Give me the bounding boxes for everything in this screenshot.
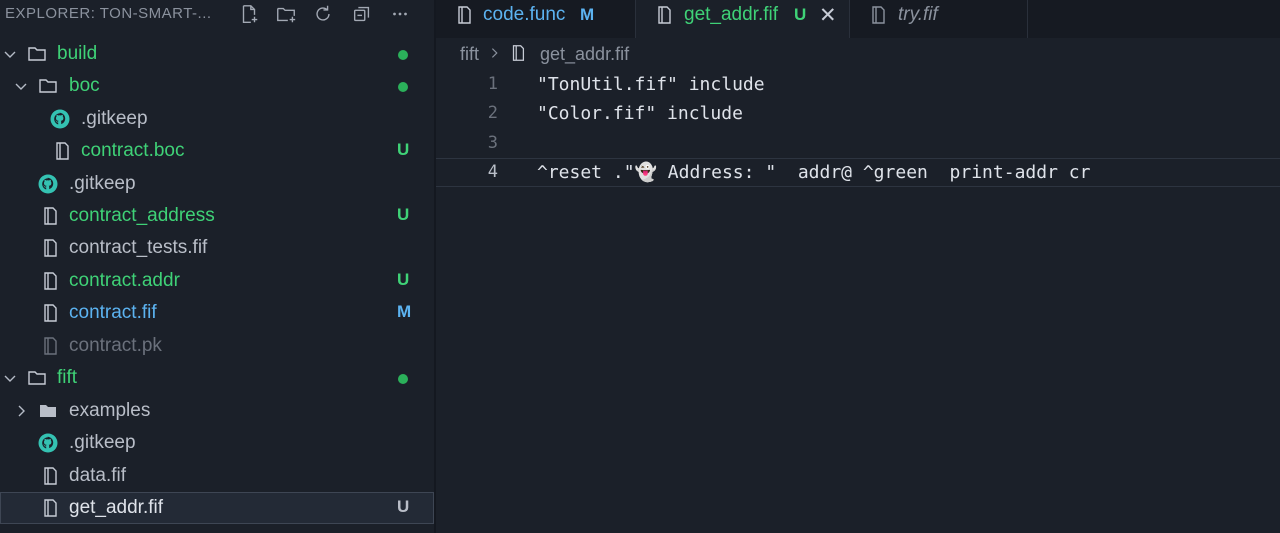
tree-item-label: boc (69, 75, 100, 96)
git-status-badge: U (397, 205, 410, 224)
breadcrumb-file[interactable]: get_addr.fif (540, 44, 629, 65)
tree-item-build[interactable]: build (0, 38, 434, 70)
explorer-sidebar: EXPLORER: TON-SMART-... build boc .gitke… (0, 0, 434, 533)
folder-icon (40, 405, 56, 417)
tree-item-label: contract.addr (69, 270, 180, 291)
tree-item-contract-boc[interactable]: contract.boc U (0, 135, 434, 167)
folder-icon (28, 371, 46, 385)
file-icon (44, 467, 57, 485)
tree-item-label: contract.pk (69, 335, 162, 356)
line-number: 2 (487, 103, 498, 123)
file-icon (56, 142, 69, 160)
file-icon (658, 6, 671, 24)
tree-item-gitkeep[interactable]: .gitkeep (0, 103, 434, 135)
tree-item-contract-addr[interactable]: contract.addr U (0, 265, 434, 297)
folder-icon (28, 47, 46, 61)
tab-code-func[interactable]: code.func M (436, 0, 636, 38)
line-text: "TonUtil.fif" include (537, 74, 765, 95)
tree-item-gitkeep[interactable]: .gitkeep (0, 168, 434, 200)
tab-status-badge: U (794, 5, 807, 24)
code-line[interactable]: 3 (436, 129, 1280, 158)
git-status-badge: M (397, 302, 412, 321)
file-icon (458, 6, 471, 24)
tree-item-fift[interactable]: fift (0, 362, 434, 394)
tab-bar: code.func M get_addr.fif U ✕ try.fif (436, 0, 1280, 38)
code-line-current[interactable]: 4 ^reset ."👻 Address: " addr@ ^green pri… (436, 158, 1280, 187)
file-icon (44, 337, 57, 355)
file-icon (44, 207, 57, 225)
tree-item-label: .gitkeep (69, 173, 136, 194)
tab-label: try.fif (898, 4, 938, 25)
tree-item-label: .gitkeep (69, 432, 136, 453)
more-icon[interactable] (387, 2, 413, 26)
new-file-icon[interactable] (236, 2, 262, 26)
close-icon[interactable]: ✕ (819, 3, 837, 28)
file-icon (512, 45, 525, 61)
git-status-dot (398, 50, 408, 60)
tree-item-get-addr-fif[interactable]: get_addr.fif U (0, 492, 434, 524)
tree-item-label: contract_address (69, 205, 215, 226)
file-icon (44, 239, 57, 257)
file-icon (44, 304, 57, 322)
line-text: "Color.fif" include (537, 103, 743, 124)
tree-item-boc[interactable]: boc (0, 70, 434, 102)
github-icon (38, 433, 58, 453)
git-status-badge: U (397, 270, 410, 289)
git-status-badge: U (397, 140, 410, 159)
folder-icon (39, 79, 57, 93)
code-line[interactable]: 2 "Color.fif" include (436, 99, 1280, 128)
tree-item-gitkeep[interactable]: .gitkeep (0, 427, 434, 459)
line-number: 1 (487, 74, 498, 94)
github-icon (38, 174, 58, 194)
tree-item-label: examples (69, 400, 151, 421)
tree-item-contract-tests[interactable]: contract_tests.fif (0, 232, 434, 264)
editor-area: code.func M get_addr.fif U ✕ try.fif fif… (436, 0, 1280, 533)
git-status-dot (398, 82, 408, 92)
explorer-title: EXPLORER: TON-SMART-... (5, 5, 212, 22)
tab-get-addr-fif[interactable]: get_addr.fif U ✕ (636, 0, 850, 38)
chevron-right-icon (491, 48, 498, 58)
tree-item-label: contract_tests.fif (69, 237, 208, 258)
refresh-icon[interactable] (310, 2, 336, 26)
tree-item-examples[interactable]: examples (0, 395, 434, 427)
line-text: ^reset ."👻 Address: " addr@ ^green print… (537, 162, 1091, 183)
tree-item-contract-pk[interactable]: contract.pk (0, 330, 434, 362)
explorer-header: EXPLORER: TON-SMART-... (0, 0, 434, 27)
tree-item-label: build (57, 43, 98, 64)
git-status-dot (398, 374, 408, 384)
tab-label: code.func (483, 4, 566, 25)
breadcrumb-folder[interactable]: fift (460, 44, 479, 65)
tree-item-label: contract.boc (81, 140, 185, 161)
chevron-down-icon (4, 375, 16, 382)
tree-item-contract-fif[interactable]: contract.fif M (0, 297, 434, 329)
file-icon (44, 499, 57, 517)
tree-item-label: contract.fif (69, 302, 157, 323)
tab-label: get_addr.fif (684, 4, 779, 25)
tree-item-label: fift (57, 367, 78, 388)
file-icon (44, 272, 57, 290)
tab-try-fif[interactable]: try.fif (850, 0, 1028, 38)
code-line[interactable]: 1 "TonUtil.fif" include (436, 70, 1280, 99)
tab-status-badge: M (580, 5, 595, 24)
tree-item-data-fif[interactable]: data.fif (0, 460, 434, 492)
chevron-right-icon (18, 405, 25, 417)
breadcrumb: fift get_addr.fif (436, 40, 1280, 70)
tree-item-label: data.fif (69, 465, 127, 486)
new-folder-icon[interactable] (273, 2, 299, 26)
collapse-all-icon[interactable] (349, 2, 375, 26)
line-number: 4 (487, 162, 498, 182)
tree-item-label: .gitkeep (81, 108, 148, 129)
tree-item-label: get_addr.fif (69, 497, 164, 518)
tree-item-contract-address[interactable]: contract_address U (0, 200, 434, 232)
git-status-badge: U (397, 497, 410, 516)
line-number: 3 (487, 133, 498, 153)
github-icon (50, 109, 70, 129)
file-icon (872, 6, 885, 24)
chevron-down-icon (15, 83, 27, 90)
chevron-down-icon (4, 51, 16, 58)
